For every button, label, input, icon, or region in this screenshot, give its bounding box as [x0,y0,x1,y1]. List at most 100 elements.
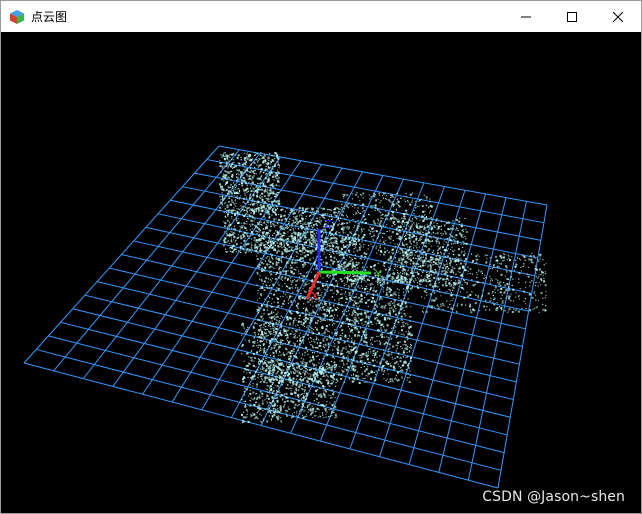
cloud-point [228,196,230,198]
cloud-point [233,161,235,164]
cloud-point [283,215,285,217]
cloud-point [301,207,304,210]
cloud-point [300,225,303,227]
cloud-point [387,198,390,201]
cloud-point [283,238,285,240]
cloud-point [240,175,242,177]
cloud-point [295,383,298,386]
cloud-point [301,393,303,396]
cloud-point [332,393,335,396]
cloud-point [367,284,369,286]
cloud-point [309,222,312,224]
cloud-point [283,330,285,332]
cloud-point [268,204,270,206]
cloud-point [225,251,227,253]
cloud-point [312,224,315,226]
cloud-point [323,247,325,249]
point-cloud-viewport[interactable]: Z Y X CSDN @Jason~shen [1,32,641,513]
cloud-point [351,267,353,269]
cloud-point [403,334,405,336]
cloud-point [407,363,410,365]
cloud-point [326,266,328,269]
minimize-button[interactable] [503,1,549,32]
cloud-point [258,367,260,369]
cloud-point [319,317,322,320]
cloud-point [343,309,345,311]
cloud-point [353,326,355,328]
cloud-point [403,312,405,315]
cloud-point [267,397,270,400]
cloud-point [278,284,280,286]
cloud-point [280,278,282,280]
cloud-point [273,401,275,403]
cloud-point [372,283,374,285]
cloud-point [253,190,255,193]
cloud-point [397,243,399,245]
cloud-point [429,261,431,263]
cloud-point [307,353,309,356]
cloud-point [400,318,403,321]
cloud-point [392,221,395,224]
cloud-point [221,179,223,181]
cloud-point [288,323,291,326]
cloud-point [335,378,338,381]
cloud-point [303,410,305,412]
cloud-point [395,326,397,328]
cloud-point [400,197,402,199]
cloud-point [390,353,392,356]
cloud-point [264,159,267,161]
cloud-point [319,342,322,344]
cloud-point [235,154,237,156]
point-cloud-scene[interactable]: Z Y X [1,32,641,513]
cloud-point [277,169,279,171]
cloud-point [397,318,399,320]
cloud-point [290,390,292,392]
title-bar[interactable]: 点云图 [1,1,641,32]
cloud-point [280,379,282,381]
cloud-point [286,366,289,368]
cloud-point [349,231,352,234]
cloud-point [398,297,400,299]
cloud-point [304,228,306,230]
cloud-point [370,351,372,353]
cloud-point [302,341,304,343]
cloud-point [351,337,353,339]
cloud-point [351,314,353,316]
cloud-point [354,254,356,256]
cloud-point [297,239,300,242]
cloud-point [359,357,361,359]
cloud-point [362,203,365,206]
cloud-point [256,323,258,325]
cloud-point [347,326,349,328]
close-button[interactable] [595,1,641,32]
cloud-point [276,287,278,289]
cloud-point [293,392,296,394]
cloud-point [340,378,343,380]
cloud-point [327,306,329,308]
cloud-point [267,232,269,234]
cloud-point [388,302,391,305]
cloud-point [256,177,259,180]
cloud-point [264,304,266,306]
cloud-point [273,206,275,208]
cloud-point [269,153,271,155]
cloud-point [357,375,360,378]
cloud-point [330,234,332,236]
cloud-point [304,310,307,312]
cloud-point [278,289,280,291]
cloud-point [323,284,325,286]
cloud-point [421,236,423,238]
cloud-point [295,233,297,235]
maximize-button[interactable] [549,1,595,32]
cloud-point [297,349,299,351]
cloud-point [337,210,340,212]
cloud-point [245,212,247,215]
cloud-point [268,208,270,210]
cloud-point [405,212,408,215]
cloud-point [370,370,372,372]
cloud-point [276,242,278,244]
cloud-point [406,224,408,226]
cloud-point [267,206,269,208]
cloud-point [315,410,317,412]
cloud-point [250,170,253,172]
